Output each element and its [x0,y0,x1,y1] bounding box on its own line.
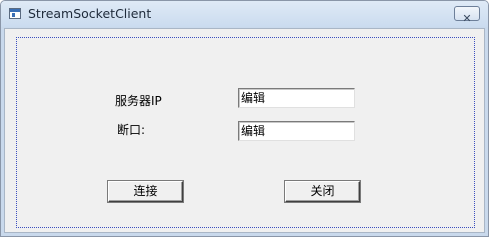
server-ip-field[interactable]: 编辑 [238,88,355,108]
dialog-client-area: 服务器IP 编辑 断口: 编辑 连接 关闭 [4,28,485,233]
close-icon: ✕ [462,12,472,25]
close-button[interactable]: 关闭 [285,181,360,202]
port-field[interactable]: 编辑 [238,121,355,141]
close-window-button[interactable]: ✕ [454,6,480,25]
server-ip-label: 服务器IP [115,94,162,108]
window-title: StreamSocketClient [28,6,152,21]
dialog-window: StreamSocketClient ✕ 服务器IP 编辑 断口: 编辑 连接 … [0,0,489,237]
app-window-icon [9,8,21,19]
connect-button[interactable]: 连接 [108,181,183,202]
title-bar[interactable]: StreamSocketClient ✕ [1,1,488,27]
port-label: 断口: [117,123,146,137]
